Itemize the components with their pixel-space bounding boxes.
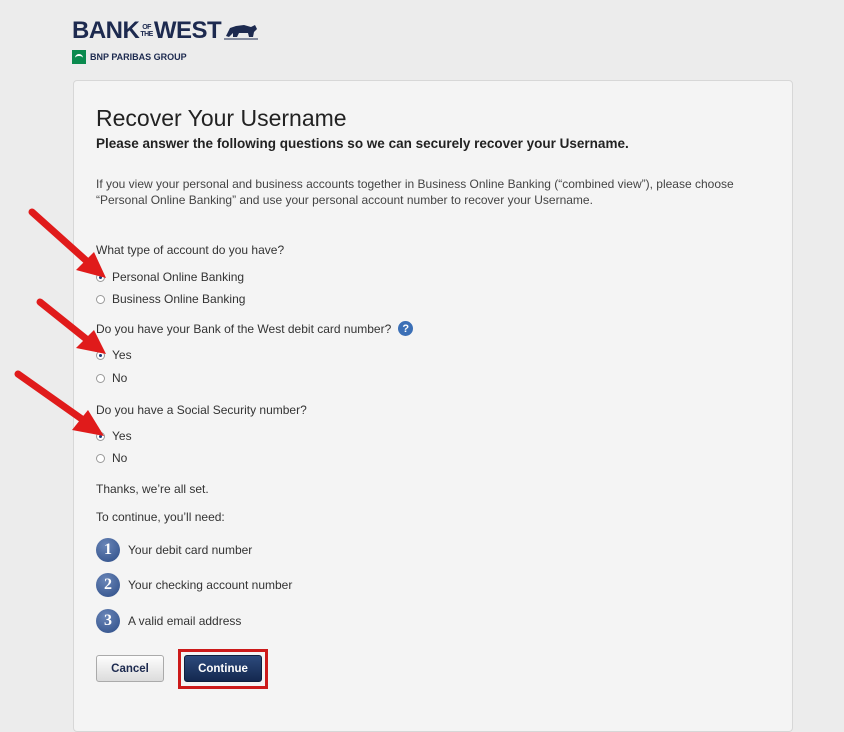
requirement-step: 3 A valid email address <box>96 609 241 633</box>
all-set-text: Thanks, we’re all set. <box>96 482 209 496</box>
logo-text-bank: BANK <box>72 17 140 44</box>
radio-business-online-banking[interactable]: Business Online Banking <box>96 292 245 306</box>
logo-of-the: OF THE <box>140 24 153 38</box>
red-arrow-icon <box>28 208 106 278</box>
page-title: Recover Your Username <box>96 105 347 131</box>
requirement-step: 2 Your checking account number <box>96 573 292 597</box>
step-number-3-icon: 3 <box>96 609 120 633</box>
question-debit-card: Do you have your Bank of the West debit … <box>96 321 414 336</box>
radio-personal-online-banking[interactable]: Personal Online Banking <box>96 270 244 284</box>
logo-wordmark: BANK OF THE WEST <box>72 17 259 44</box>
combined-view-notice: If you view your personal and business a… <box>96 177 734 207</box>
requirement-step: 1 Your debit card number <box>96 538 252 562</box>
radio-button[interactable] <box>96 453 105 463</box>
bnp-star-icon <box>72 50 86 64</box>
question-account-type: What type of account do you have? <box>96 243 285 257</box>
recover-username-panel: Recover Your Username Please answer the … <box>73 80 793 732</box>
need-intro-text: To continue, you’ll need: <box>96 510 225 524</box>
red-arrow-icon <box>14 370 104 436</box>
logo-group: BNP PARIBAS GROUP <box>72 50 258 64</box>
step-number-2-icon: 2 <box>96 573 120 597</box>
red-arrow-icon <box>36 298 106 354</box>
logo-text-west: WEST <box>153 17 222 44</box>
question-ssn: Do you have a Social Security number? <box>96 403 307 417</box>
bank-logo: BANK OF THE WEST BNP PARIBAS GROUP <box>72 17 259 64</box>
radio-ssn-no[interactable]: No <box>96 451 127 465</box>
step-number-1-icon: 1 <box>96 538 120 562</box>
question-icon[interactable]: ? <box>398 321 414 336</box>
page-subtitle: Please answer the following questions so… <box>96 136 629 151</box>
bear-icon <box>224 25 259 40</box>
continue-button[interactable]: Continue <box>184 655 262 682</box>
cancel-button[interactable]: Cancel <box>96 655 164 682</box>
